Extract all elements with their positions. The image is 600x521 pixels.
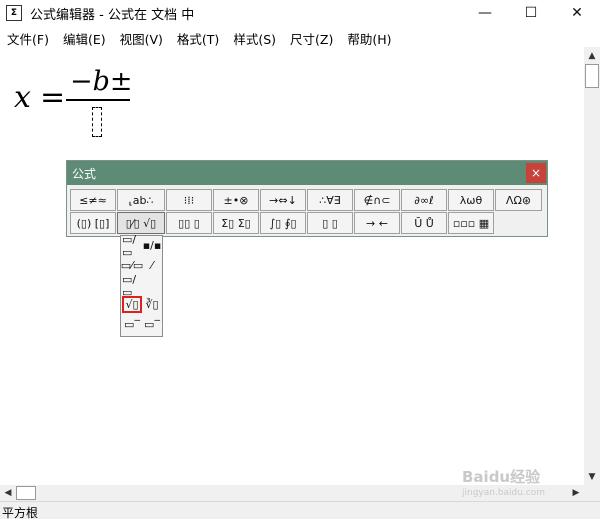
status-text: 平方根 [2,506,39,520]
palette-subscript-button[interactable]: ▯▯ ▯ [166,212,212,234]
app-icon[interactable]: Σ [6,5,22,21]
formula-b: b [92,66,110,97]
template-long-division-quotient[interactable]: ▭‾ [142,316,162,333]
template-slash-fraction[interactable]: ▭⁄▭ [121,257,144,274]
horizontal-scroll-thumb[interactable] [16,486,36,500]
denominator-slot[interactable] [92,107,102,137]
palette-title: 公式 [72,167,97,181]
scroll-down-arrow-icon[interactable]: ▼ [584,468,600,485]
template-long-division[interactable]: ▭‾ [122,316,142,333]
palette-arrows-button[interactable]: →⇔↓ [260,189,306,211]
palette-logic-button[interactable]: ∴∀∃ [307,189,353,211]
formula-minus: − [70,66,93,97]
menu-edit[interactable]: 编辑(E) [56,27,113,47]
scroll-up-arrow-icon[interactable]: ▲ [584,47,600,64]
template-square-root[interactable]: √▯ [122,296,142,313]
template-full-fraction[interactable]: ▭/▭ [122,233,142,259]
formula-equals[interactable]: = [40,80,65,115]
vertical-scroll-thumb[interactable] [585,64,599,88]
scroll-right-arrow-icon[interactable]: ▶ [568,485,584,501]
window-title: 公式编辑器 - 公式在 文档 中 [30,8,195,23]
template-small-slash-fraction[interactable]: ⁄ [142,257,162,274]
palette-underbar-overbar-button[interactable]: ▯ ▯ [307,212,353,234]
menu-file[interactable]: 文件(F) [0,27,56,47]
fraction-radical-dropdown: ▭/▭ ▪/▪ ▭⁄▭ ⁄ ▭/▭ √▯ ∛▯ ▭‾ ▭‾ [120,233,163,337]
watermark-logo: Baidu经验 [462,468,541,486]
menu-format[interactable]: 格式(T) [170,27,226,47]
palette-relations-button[interactable]: ≤≠≈ [70,189,116,211]
formula-palette: 公式 × ≤≠≈ ⸤ab∴ ⁝⁞⁝ ±•⊗ →⇔↓ ∴∀∃ ∉∩⊂ ∂∞ℓ λω… [66,160,548,237]
title-bar: Σ 公式编辑器 - 公式在 文档 中 — ☐ ✕ [0,0,600,26]
template-small-fraction[interactable]: ▪/▪ [142,237,162,254]
watermark-url: jingyan.baidu.com [462,488,546,498]
status-bar: 平方根 [0,501,600,520]
palette-matrix-button[interactable]: ▫▫▫ ▦ [448,212,494,234]
formula-numerator[interactable]: −b± [70,66,133,97]
scroll-corner [584,485,600,501]
palette-spaces-button[interactable]: ⸤ab∴ [117,189,165,211]
scroll-left-arrow-icon[interactable]: ◀ [0,485,16,501]
palette-labeled-arrows-button[interactable]: → ← [354,212,400,234]
palette-operators-button[interactable]: ±•⊗ [213,189,259,211]
palette-set-theory-button[interactable]: ∉∩⊂ [354,189,400,211]
palette-integral-button[interactable]: ∫▯ ∮▯ [260,212,306,234]
formula-canvas[interactable] [0,47,584,485]
vertical-scrollbar[interactable]: ▲ ▼ [584,47,600,485]
minimize-button[interactable]: — [462,0,508,26]
menu-bar: 文件(F) 编辑(E) 视图(V) 格式(T) 样式(S) 尺寸(Z) 帮助(H… [0,27,600,47]
maximize-button[interactable]: ☐ [508,0,554,26]
close-button[interactable]: ✕ [554,0,600,26]
palette-greek-lower-button[interactable]: λωθ [448,189,494,211]
menu-view[interactable]: 视图(V) [113,27,170,47]
palette-close-button[interactable]: × [526,163,546,183]
template-diagonal-fraction[interactable]: ▭/▭ [122,273,142,299]
palette-summation-button[interactable]: Σ▯ Σ▯ [213,212,259,234]
palette-embellishments-button[interactable]: ⁝⁞⁝ [166,189,212,211]
palette-fences-button[interactable]: (▯) [▯] [70,212,116,234]
menu-size[interactable]: 尺寸(Z) [283,27,340,47]
palette-title-bar[interactable]: 公式 × [67,161,547,185]
menu-style[interactable]: 样式(S) [226,27,283,47]
palette-fraction-radical-button[interactable]: ▯⁄▯ √▯ [117,212,165,234]
menu-help[interactable]: 帮助(H) [340,27,398,47]
palette-greek-upper-button[interactable]: ΛΩ⊛ [495,189,542,211]
template-empty-cell [142,277,162,294]
palette-misc-symbols-button[interactable]: ∂∞ℓ [401,189,447,211]
template-nth-root[interactable]: ∛▯ [142,296,162,313]
formula-plus-minus: ± [109,66,133,97]
fraction-bar [66,99,130,101]
formula-variable-x[interactable]: x [14,80,31,115]
palette-products-button[interactable]: Ū Ů [401,212,447,234]
